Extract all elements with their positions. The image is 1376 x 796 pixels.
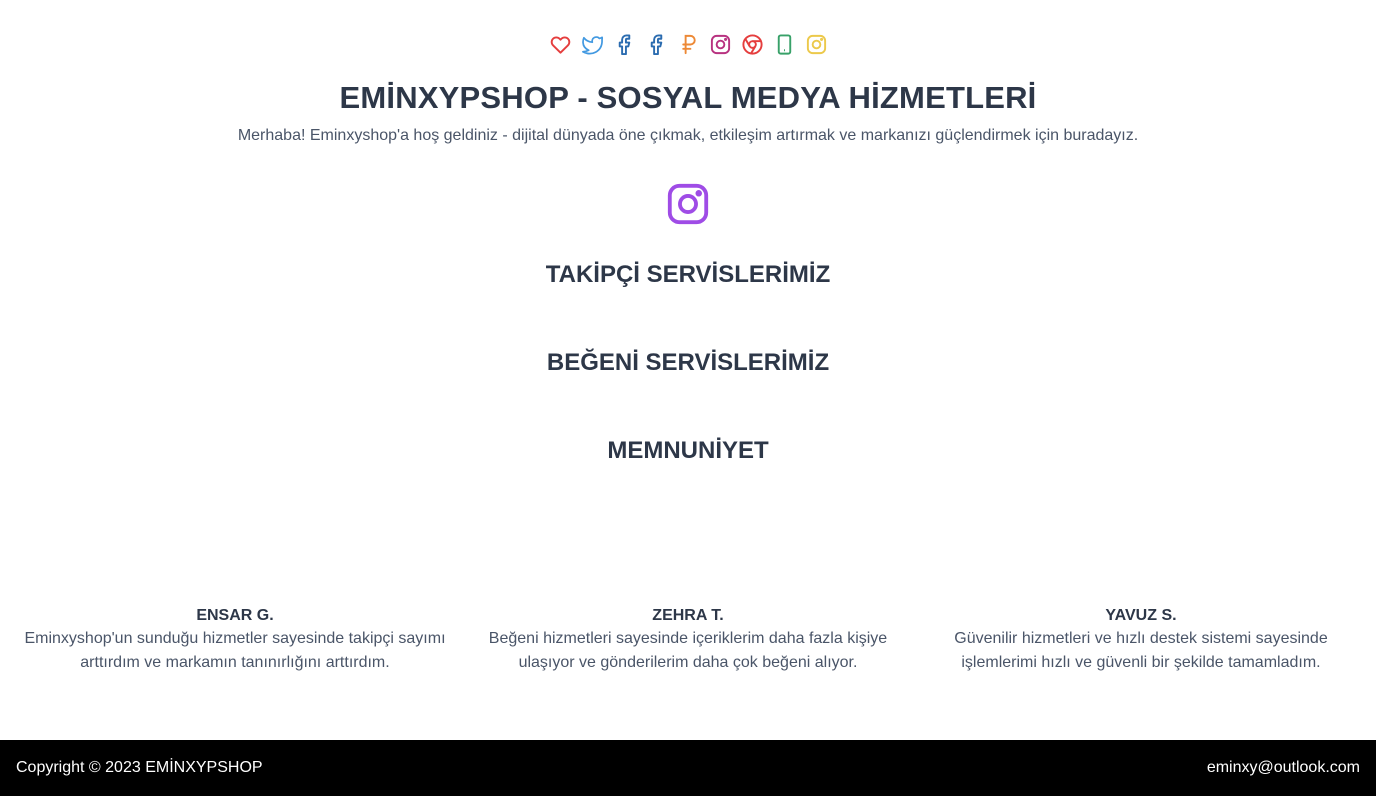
ruble-icon[interactable] [677, 31, 700, 57]
testimonial-card: ZEHRA T. Beğeni hizmetleri sayesinde içe… [468, 606, 908, 675]
instagram-icon[interactable] [805, 31, 828, 57]
page-title: EMİNXYPSHOP - SOSYAL MEDYA HİZMETLERİ [339, 80, 1037, 115]
testimonial-card: ENSAR G. Eminxyshop'un sunduğu hizmetler… [15, 606, 455, 675]
page-subtitle: Merhaba! Eminxyshop'a hoş geldiniz - dij… [237, 127, 1139, 144]
likes-services-heading[interactable]: BEĞENİ SERVİSLERİMİZ [0, 349, 1376, 377]
satisfaction-heading: MEMNUNİYET [607, 437, 769, 464]
testimonial-quote: Eminxyshop'un sunduğu hizmetler sayesind… [24, 630, 446, 671]
testimonial-quote: Beğeni hizmetleri sayesinde içeriklerim … [488, 630, 888, 671]
facebook-icon[interactable] [645, 31, 668, 57]
testimonial-quote: Güvenilir hizmetleri ve hızlı destek sis… [954, 630, 1328, 671]
instagram-icon [665, 181, 711, 227]
copyright-text: Copyright © 2023 EMİNXYPSHOP [16, 759, 263, 776]
heart-icon[interactable] [549, 31, 572, 57]
testimonial-author: YAVUZ S. [1105, 607, 1177, 624]
twitter-icon[interactable] [581, 31, 604, 57]
footer: Copyright © 2023 EMİNXYPSHOP eminxy@outl… [0, 740, 1376, 796]
testimonial-author: ENSAR G. [196, 607, 274, 624]
instagram-icon[interactable] [709, 31, 732, 57]
social-icon-bar [0, 31, 1376, 57]
facebook-icon[interactable] [613, 31, 636, 57]
phone-icon[interactable] [773, 31, 796, 57]
testimonial-card: YAVUZ S. Güvenilir hizmetleri ve hızlı d… [921, 606, 1361, 675]
testimonials-section: ENSAR G. Eminxyshop'un sunduğu hizmetler… [0, 606, 1376, 686]
testimonial-author: ZEHRA T. [652, 607, 724, 624]
followers-services-heading[interactable]: TAKİPÇİ SERVİSLERİMİZ [0, 261, 1376, 289]
chrome-icon[interactable] [741, 31, 764, 57]
contact-email-link[interactable]: eminxy@outlook.com [1207, 759, 1360, 777]
